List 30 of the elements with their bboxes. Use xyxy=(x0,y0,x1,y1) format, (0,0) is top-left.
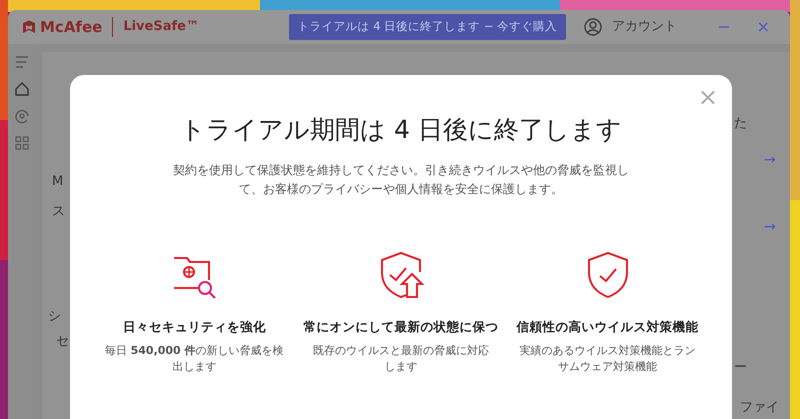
arrow-link[interactable]: → xyxy=(764,150,776,171)
product-name: LiveSafe™ xyxy=(112,17,199,37)
dialog-message: 契約を使用して保護状態を維持してください。引き続きウイルスや他の脅威を監視して、お客様のプライバシーや個人情報を安全に保護します。 xyxy=(172,162,630,198)
close-button[interactable]: × xyxy=(748,15,778,39)
feature-title: 信頼性の高いウイルス対策機能 xyxy=(516,318,699,336)
text-fragment: セ xyxy=(56,333,69,351)
home-icon[interactable] xyxy=(14,81,30,97)
feature-description: 既存のウイルスと最新の脅威に対応します xyxy=(312,342,490,376)
target-icon[interactable] xyxy=(14,108,30,124)
arrow-link[interactable]: → xyxy=(764,217,776,238)
minimize-button[interactable]: − xyxy=(709,15,739,39)
feature-description: 実績のあるウイルス対策機能とランサムウェア対策機能 xyxy=(518,342,697,376)
apps-icon[interactable] xyxy=(14,135,30,151)
text-fragment: シ xyxy=(48,308,61,326)
text-fragment: ー xyxy=(734,359,747,377)
text-fragment: た xyxy=(734,115,747,133)
feature-description: 毎日 540,000 件の新しい脅威を検出します xyxy=(104,342,285,376)
buy-now-button[interactable]: トライアルは 4 日後に終了します − 今すぐ購入 xyxy=(288,14,566,40)
close-button[interactable]: × xyxy=(696,83,720,111)
text-fragment: ス xyxy=(52,203,65,221)
brand-name: McAfee xyxy=(40,16,102,38)
dialog-title: トライアル期間は 4 日後に終了します xyxy=(180,115,622,145)
logo-icon xyxy=(22,20,36,34)
menu-icon[interactable] xyxy=(14,54,30,70)
text-fragment: ファイ xyxy=(740,399,779,417)
feature-title: 日々セキュリティを強化 xyxy=(122,318,266,336)
text-fragment: M xyxy=(52,173,64,191)
account-icon[interactable] xyxy=(584,18,602,36)
account-label[interactable]: アカウント xyxy=(612,17,678,37)
feature-title: 常にオンにして最新の状態に保つ xyxy=(304,318,498,336)
